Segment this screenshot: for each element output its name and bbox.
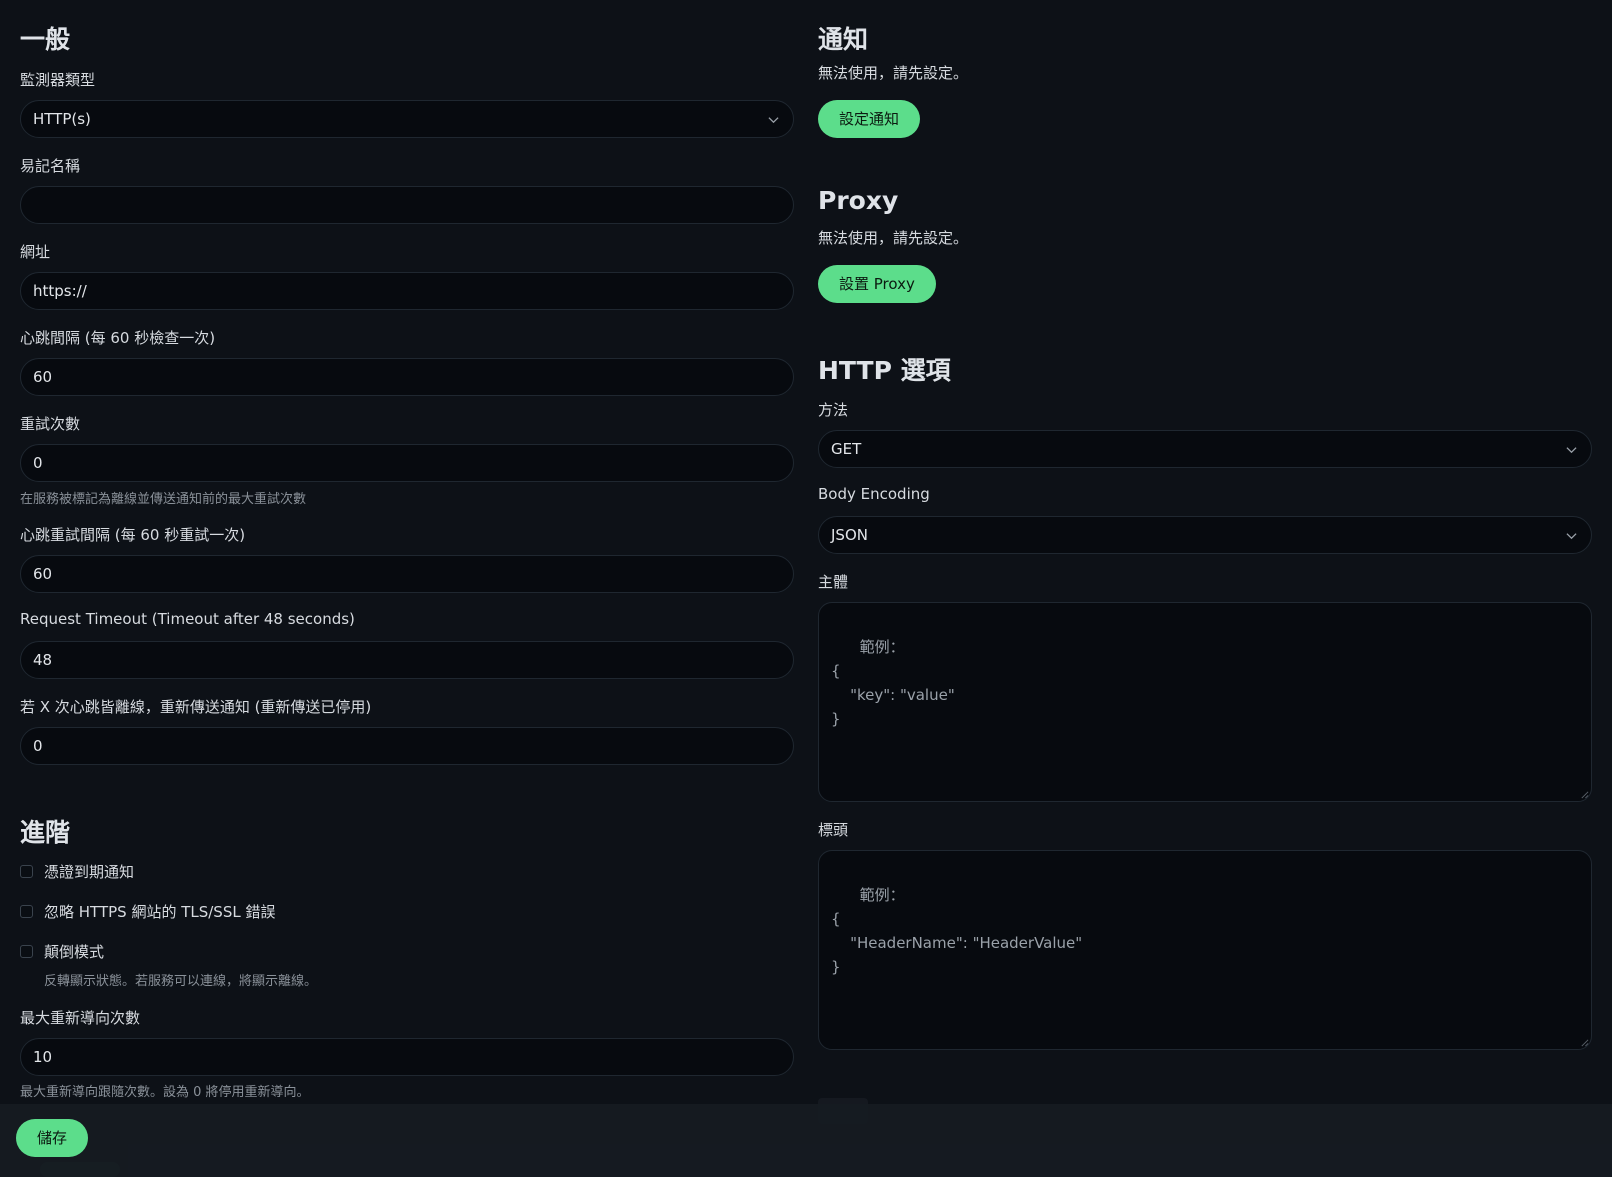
bottom-action-bar (0, 1104, 1612, 1177)
http-options-heading: HTTP 選項 (818, 356, 951, 385)
headers-textarea[interactable]: 範例： { "HeaderName": "HeaderValue" } (818, 850, 1592, 1050)
heartbeat-interval-input[interactable]: 60 (20, 358, 794, 396)
monitor-type-value: HTTP(s) (33, 110, 91, 128)
resize-grip-icon[interactable] (1580, 790, 1589, 799)
max-redirects-label: 最大重新導向次數 (20, 1009, 141, 1027)
resize-grip-icon[interactable] (1580, 1038, 1589, 1047)
ignore-tls-label: 忽略 HTTPS 網站的 TLS/SSL 錯誤 (44, 902, 276, 921)
chevron-down-icon (768, 117, 779, 124)
headers-label: 標頭 (818, 821, 849, 839)
advanced-heading: 進階 (20, 818, 71, 847)
upside-down-checkbox-row[interactable]: 顛倒模式 (20, 941, 104, 961)
body-placeholder: 範例： { "key": "value" } (831, 638, 955, 728)
body-encoding-label: Body Encoding (818, 485, 930, 503)
method-value: GET (831, 440, 862, 458)
request-timeout-input[interactable]: 48 (20, 641, 794, 679)
heartbeat-interval-label: 心跳間隔 (每 60 秒檢查一次) (20, 329, 216, 347)
retries-input[interactable]: 0 (20, 444, 794, 482)
max-redirects-input[interactable]: 10 (20, 1038, 794, 1076)
ignore-tls-checkbox-row[interactable]: 忽略 HTTPS 網站的 TLS/SSL 錯誤 (20, 901, 275, 921)
general-heading: 一般 (20, 25, 71, 54)
upside-down-label: 顛倒模式 (44, 942, 105, 961)
retries-help: 在服務被標記為離線並傳送通知前的最大重試次數 (20, 492, 307, 507)
setup-proxy-button[interactable]: 設置 Proxy (818, 265, 936, 303)
method-select[interactable]: GET (818, 430, 1592, 468)
resend-interval-input[interactable]: 0 (20, 727, 794, 765)
body-encoding-select[interactable]: JSON (818, 516, 1592, 554)
resend-interval-label: 若 X 次心跳皆離線，重新傳送通知 (重新傳送已停用) (20, 698, 372, 716)
method-label: 方法 (818, 401, 849, 419)
chevron-down-icon (1566, 447, 1577, 454)
body-encoding-value: JSON (831, 526, 868, 544)
friendly-name-label: 易記名稱 (20, 157, 81, 175)
retry-interval-input[interactable]: 60 (20, 555, 794, 593)
cert-expiry-checkbox-row[interactable]: 憑證到期通知 (20, 861, 134, 881)
ignore-tls-checkbox[interactable] (20, 904, 33, 918)
upside-down-checkbox[interactable] (20, 944, 33, 958)
retries-label: 重試次數 (20, 415, 81, 433)
monitor-edit-page: 一般 監測器類型 HTTP(s) 易記名稱 網址 https:// 心跳間隔 (… (0, 0, 1612, 1177)
retry-interval-label: 心跳重試間隔 (每 60 秒重試一次) (20, 526, 246, 544)
notifications-desc: 無法使用，請先設定。 (818, 64, 969, 82)
save-button[interactable]: 儲存 (16, 1119, 89, 1157)
url-input[interactable]: https:// (20, 272, 794, 310)
setup-notification-button[interactable]: 設定通知 (818, 100, 921, 138)
monitor-type-label: 監測器類型 (20, 71, 96, 89)
cert-expiry-label: 憑證到期通知 (44, 862, 135, 881)
monitor-type-select[interactable]: HTTP(s) (20, 100, 794, 138)
proxy-desc: 無法使用，請先設定。 (818, 229, 969, 247)
cert-expiry-checkbox[interactable] (20, 864, 33, 878)
friendly-name-input[interactable] (20, 186, 794, 224)
headers-placeholder: 範例： { "HeaderName": "HeaderValue" } (831, 886, 1083, 976)
request-timeout-label: Request Timeout (Timeout after 48 second… (20, 610, 355, 628)
url-label: 網址 (20, 243, 51, 261)
max-redirects-help: 最大重新導向跟隨次數。設為 0 將停用重新導向。 (20, 1085, 310, 1100)
chevron-down-icon (1566, 533, 1577, 540)
notifications-heading: 通知 (818, 25, 869, 54)
body-label: 主體 (818, 573, 849, 591)
upside-down-help: 反轉顯示狀態。若服務可以連線，將顯示離線。 (44, 974, 318, 989)
body-textarea[interactable]: 範例： { "key": "value" } (818, 602, 1592, 802)
proxy-heading: Proxy (818, 186, 899, 215)
